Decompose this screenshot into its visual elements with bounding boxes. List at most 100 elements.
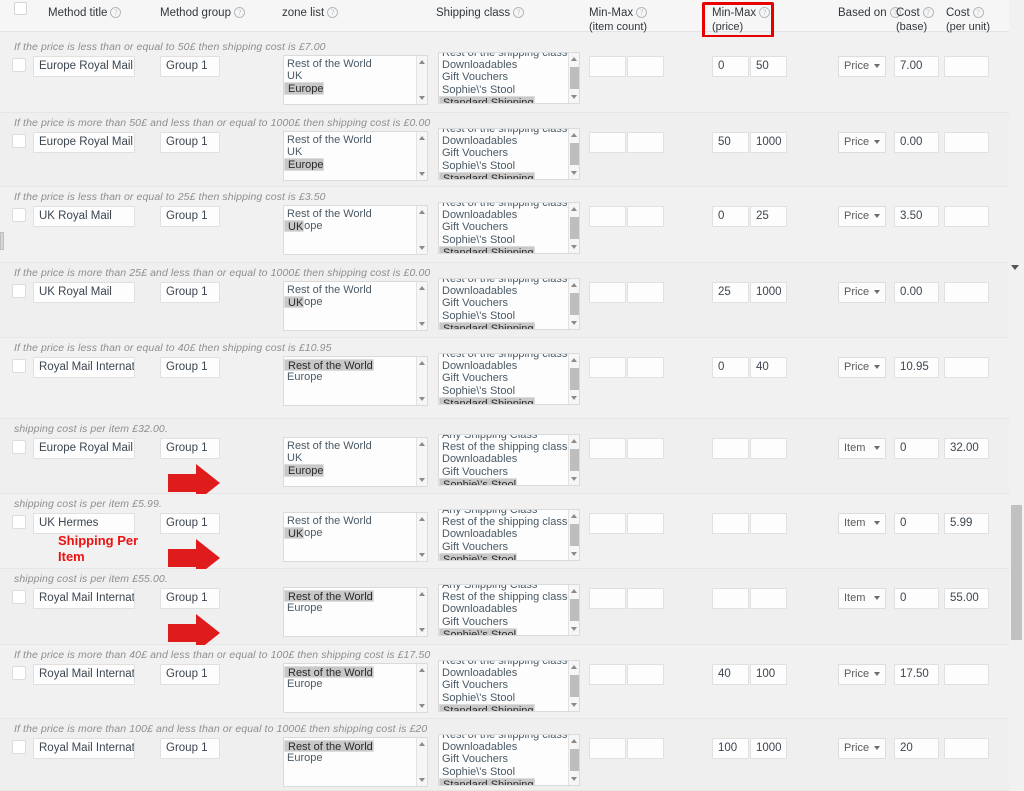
list-option[interactable]: Standard Shipping xyxy=(439,777,535,785)
cost-base-input[interactable]: 0 xyxy=(894,588,939,609)
list-option[interactable]: Gift Vouchers xyxy=(439,616,568,628)
scroll-up-arrow-icon[interactable] xyxy=(419,592,425,596)
list-scrollbar[interactable] xyxy=(568,510,579,560)
row-checkbox[interactable] xyxy=(12,284,26,298)
list-option[interactable]: Downloadables xyxy=(439,285,568,297)
list-option[interactable]: Rest of the shipping classes xyxy=(439,203,568,209)
list-option[interactable]: UK xyxy=(284,70,416,82)
price-max-input[interactable]: 50 xyxy=(750,56,787,77)
scroll-up-arrow-icon[interactable] xyxy=(419,210,425,214)
cost-per-unit-input[interactable]: 32.00 xyxy=(944,438,989,459)
list-option[interactable]: Rest of the World xyxy=(284,359,374,372)
list-scrollbar-thumb[interactable] xyxy=(570,524,579,546)
item-count-min-input[interactable] xyxy=(589,738,626,759)
method-group-input[interactable]: Group 1 xyxy=(160,513,220,534)
list-option[interactable]: Sophie\'s Stool xyxy=(439,234,568,246)
scroll-up-arrow-icon[interactable] xyxy=(571,665,577,669)
list-option[interactable]: Europe xyxy=(284,602,416,614)
zone-list-select[interactable]: Rest of the WorldUKEurope xyxy=(283,131,428,181)
list-option[interactable]: Europe xyxy=(284,158,325,171)
scroll-down-arrow-icon[interactable] xyxy=(419,778,425,782)
shipping-class-select[interactable]: Any Shipping Class Rest of the shipping c… xyxy=(438,584,580,636)
method-group-input[interactable]: Group 1 xyxy=(160,664,220,685)
method-group-input[interactable]: Group 1 xyxy=(160,206,220,227)
price-max-input[interactable]: 40 xyxy=(750,357,787,378)
cost-per-unit-input[interactable] xyxy=(944,738,989,759)
list-option[interactable]: Gift Vouchers xyxy=(439,71,568,83)
scroll-down-arrow-icon[interactable] xyxy=(419,96,425,100)
help-icon[interactable]: ? xyxy=(636,7,648,18)
zone-list-select[interactable]: Rest of the WorldUKEurope xyxy=(283,281,428,331)
row-checkbox[interactable] xyxy=(12,740,26,754)
cost-base-input[interactable]: 0.00 xyxy=(894,132,939,153)
list-scrollbar[interactable] xyxy=(568,435,579,485)
item-count-min-input[interactable] xyxy=(589,206,626,227)
list-option[interactable]: Gift Vouchers xyxy=(439,466,568,478)
scroll-down-arrow-icon[interactable] xyxy=(571,777,577,781)
based-on-select[interactable]: Price xyxy=(838,357,886,378)
method-title-input[interactable]: Royal Mail International xyxy=(33,357,135,378)
list-option[interactable]: Sophie\'s Stool xyxy=(439,385,568,397)
method-title-input[interactable]: Royal Mail International xyxy=(33,738,135,759)
scroll-down-arrow-icon[interactable] xyxy=(419,478,425,482)
item-count-min-input[interactable] xyxy=(589,664,626,685)
based-on-select[interactable]: Price xyxy=(838,282,886,303)
scroll-down-arrow-icon[interactable] xyxy=(419,553,425,557)
list-option[interactable]: Sophie\'s Stool xyxy=(439,552,518,560)
item-count-max-input[interactable] xyxy=(627,438,664,459)
price-min-input[interactable]: 0 xyxy=(712,357,749,378)
list-option[interactable]: Sophie\'s Stool xyxy=(439,477,518,485)
based-on-select[interactable]: Price xyxy=(838,56,886,77)
item-count-max-input[interactable] xyxy=(627,132,664,153)
list-scrollbar[interactable] xyxy=(568,129,579,179)
cost-per-unit-input[interactable]: 55.00 xyxy=(944,588,989,609)
price-max-input[interactable] xyxy=(750,588,787,609)
method-title-input[interactable]: Europe Royal Mail Intern xyxy=(33,56,135,77)
item-count-min-input[interactable] xyxy=(589,282,626,303)
list-scrollbar-thumb[interactable] xyxy=(570,293,579,315)
list-option[interactable]: Gift Vouchers xyxy=(439,541,568,553)
list-option[interactable]: Rest of the World xyxy=(284,440,416,452)
item-count-min-input[interactable] xyxy=(589,438,626,459)
zone-list-select[interactable]: Rest of the WorldUKEurope xyxy=(283,512,428,562)
method-title-input[interactable]: UK Hermes xyxy=(33,513,135,534)
list-scrollbar[interactable] xyxy=(416,206,427,254)
price-max-input[interactable]: 1000 xyxy=(750,282,787,303)
scroll-down-arrow-icon[interactable] xyxy=(571,95,577,99)
method-group-input[interactable]: Group 1 xyxy=(160,56,220,77)
help-icon[interactable]: ? xyxy=(110,7,122,18)
method-group-input[interactable]: Group 1 xyxy=(160,357,220,378)
list-option[interactable]: Downloadables xyxy=(439,603,568,615)
method-title-input[interactable]: Royal Mail International xyxy=(33,664,135,685)
cost-base-input[interactable]: 3.50 xyxy=(894,206,939,227)
cost-per-unit-input[interactable] xyxy=(944,282,989,303)
scroll-up-arrow-icon[interactable] xyxy=(571,133,577,137)
list-option[interactable]: Europe xyxy=(284,464,325,477)
list-scrollbar-thumb[interactable] xyxy=(570,143,579,165)
cost-base-input[interactable]: 7.00 xyxy=(894,56,939,77)
list-scrollbar[interactable] xyxy=(416,588,427,636)
list-scrollbar-thumb[interactable] xyxy=(570,599,579,621)
row-checkbox[interactable] xyxy=(12,134,26,148)
scroll-down-arrow-icon[interactable] xyxy=(419,397,425,401)
list-option[interactable]: UK xyxy=(284,527,305,540)
item-count-min-input[interactable] xyxy=(589,56,626,77)
list-scrollbar-thumb[interactable] xyxy=(570,368,579,390)
list-option[interactable]: Downloadables xyxy=(439,209,568,221)
shipping-class-select[interactable]: Rest of the shipping classes Downloadable… xyxy=(438,128,580,180)
based-on-select[interactable]: Price xyxy=(838,206,886,227)
shipping-class-select[interactable]: Rest of the shipping classes Downloadable… xyxy=(438,734,580,786)
cost-base-input[interactable]: 0 xyxy=(894,513,939,534)
chevron-down-icon[interactable] xyxy=(874,672,880,676)
chevron-down-icon[interactable] xyxy=(874,214,880,218)
left-scroll-nub[interactable] xyxy=(0,232,4,250)
help-icon[interactable]: ? xyxy=(759,7,771,18)
list-option[interactable]: Any Shipping Class xyxy=(439,585,568,591)
scroll-up-arrow-icon[interactable] xyxy=(419,517,425,521)
list-option[interactable]: UK xyxy=(284,452,416,464)
scroll-up-arrow-icon[interactable] xyxy=(571,514,577,518)
based-on-select[interactable]: Price xyxy=(838,738,886,759)
list-option[interactable]: Rest of the shipping classes xyxy=(439,516,568,528)
row-checkbox[interactable] xyxy=(12,515,26,529)
cost-base-input[interactable]: 10.95 xyxy=(894,357,939,378)
